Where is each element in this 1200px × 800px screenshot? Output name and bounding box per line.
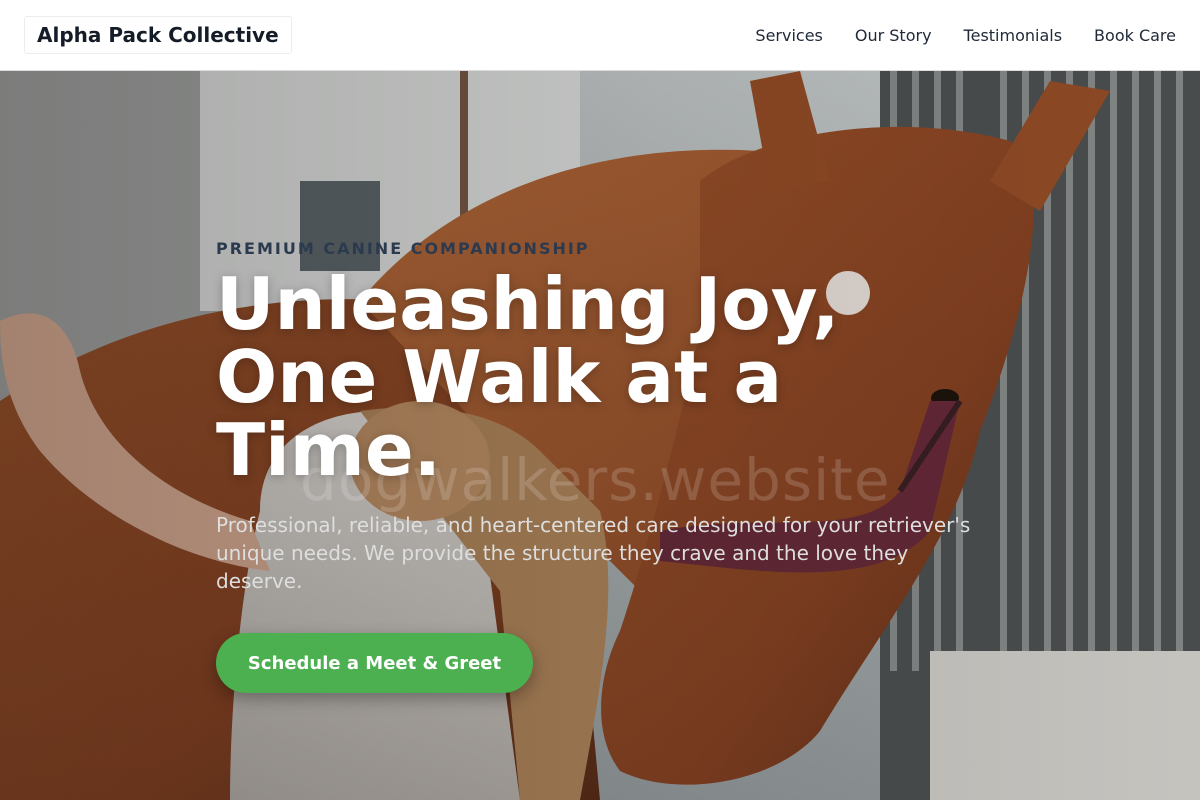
nav-link-testimonials[interactable]: Testimonials xyxy=(964,26,1063,45)
nav-link-our-story[interactable]: Our Story xyxy=(855,26,932,45)
main-nav: Services Our Story Testimonials Book Car… xyxy=(755,0,1176,70)
site-header: Alpha Pack Collective Services Our Story… xyxy=(0,0,1200,71)
nav-link-book-care[interactable]: Book Care xyxy=(1094,26,1176,45)
hero-content: PREMIUM CANINE COMPANIONSHIP Unleashing … xyxy=(216,239,996,693)
hero-section: dogwalkers.website PREMIUM CANINE COMPAN… xyxy=(0,71,1200,800)
nav-link-services[interactable]: Services xyxy=(755,26,822,45)
hero-headline: Unleashing Joy, One Walk at a Time. xyxy=(216,262,840,492)
hero-subtext: Professional, reliable, and heart-center… xyxy=(216,513,971,593)
schedule-meet-greet-button[interactable]: Schedule a Meet & Greet xyxy=(216,633,533,693)
hero-eyebrow: PREMIUM CANINE COMPANIONSHIP xyxy=(216,239,590,258)
site-logo[interactable]: Alpha Pack Collective xyxy=(24,16,292,54)
